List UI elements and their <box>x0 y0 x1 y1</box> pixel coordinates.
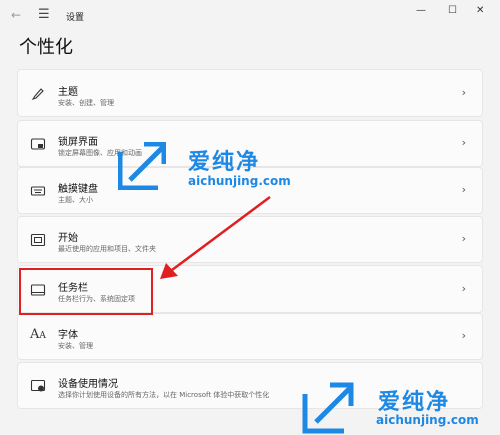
watermark-logo-icon <box>118 142 166 190</box>
watermark-corner: 爱纯净 aichunjing.com <box>302 380 498 435</box>
watermark-site: aichunjing.com <box>188 174 291 188</box>
watermark-site: aichunjing.com <box>376 413 479 427</box>
watermark-brand: 爱纯净 <box>378 390 451 415</box>
watermark-center: 爱纯净 aichunjing.com <box>118 140 318 200</box>
watermark-brand: 爱纯净 <box>188 150 261 175</box>
watermark-logo-icon <box>302 382 354 434</box>
annotation-arrow <box>160 195 271 279</box>
